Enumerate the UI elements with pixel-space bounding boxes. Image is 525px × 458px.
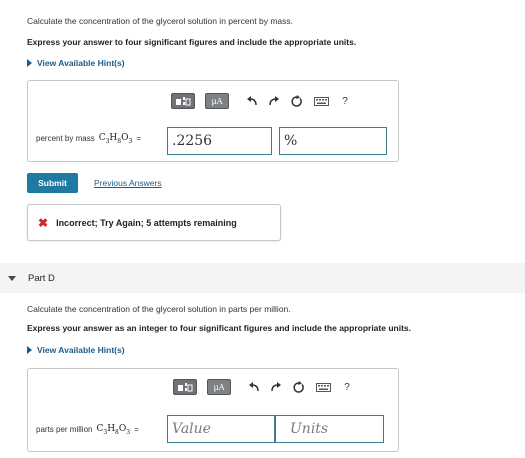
partd-title: Part D	[28, 273, 55, 284]
partd-instruction: Express your answer as an integer to fou…	[27, 323, 411, 333]
keyboard-icon	[313, 96, 329, 106]
partd-hints-link[interactable]: View Available Hint(s)	[27, 345, 125, 355]
equals-sign: =	[136, 134, 141, 144]
templates-button[interactable]	[173, 379, 197, 395]
help-button[interactable]: ?	[341, 380, 353, 394]
undo-icon	[249, 382, 259, 392]
units-label: μA	[211, 96, 223, 106]
caret-right-icon	[27, 59, 32, 67]
redo-icon	[271, 382, 281, 392]
help-button[interactable]: ?	[339, 94, 351, 108]
partd-answer-label: parts per million C3H8O3 =	[36, 424, 139, 436]
redo-button[interactable]	[267, 94, 281, 108]
partd-value-input[interactable]: Value	[167, 415, 275, 443]
reset-icon	[292, 380, 304, 393]
partc-value-text: .2256	[172, 133, 213, 149]
redo-button[interactable]	[269, 380, 283, 394]
keyboard-button[interactable]	[315, 380, 331, 394]
partc-label-prefix: percent by mass	[36, 134, 95, 144]
partc-answer-label: percent by mass C3H8O3 =	[36, 133, 141, 145]
templates-button[interactable]	[171, 93, 195, 109]
partc-hints-link[interactable]: View Available Hint(s)	[27, 58, 125, 68]
partc-toolbar: μA ?	[171, 93, 351, 109]
incorrect-x-icon: ✖	[38, 215, 49, 230]
equals-sign: =	[134, 425, 139, 435]
partd-value-placeholder: Value	[172, 421, 211, 437]
templates-icon	[176, 97, 191, 106]
undo-icon	[247, 96, 257, 106]
glycerol-formula: C3H8O3	[98, 133, 133, 145]
previous-answers-link[interactable]: Previous Answers	[94, 178, 162, 188]
partc-hints-label: View Available Hint(s)	[37, 58, 125, 68]
undo-button[interactable]	[245, 94, 259, 108]
partd-header[interactable]: Part D	[0, 263, 525, 293]
reset-button[interactable]	[291, 380, 305, 394]
units-button[interactable]: μA	[207, 379, 231, 395]
keyboard-button[interactable]	[313, 94, 329, 108]
partc-question: Calculate the concentration of the glyce…	[27, 16, 294, 26]
partd-hints-label: View Available Hint(s)	[37, 345, 125, 355]
undo-button[interactable]	[247, 380, 261, 394]
keyboard-icon	[315, 382, 331, 392]
units-button[interactable]: μA	[205, 93, 229, 109]
feedback-text: Incorrect; Try Again; 5 attempts remaini…	[56, 217, 237, 228]
templates-icon	[178, 383, 193, 392]
submit-button[interactable]: Submit	[27, 173, 78, 193]
reset-icon	[290, 94, 302, 107]
glycerol-formula: C3H8O3	[96, 424, 131, 436]
partd-answer-box: μA ? parts per million C3H8O3 = Value Un…	[27, 368, 399, 452]
caret-right-icon	[27, 346, 32, 354]
partd-units-placeholder: Units	[290, 421, 329, 437]
partd-question: Calculate the concentration of the glyce…	[27, 304, 291, 314]
partd-toolbar: μA ?	[173, 379, 353, 395]
partc-instruction: Express your answer to four significant …	[27, 37, 357, 47]
redo-icon	[269, 96, 279, 106]
partc-units-text: %	[284, 133, 298, 149]
help-icon: ?	[342, 95, 348, 107]
partd-label-prefix: parts per million	[36, 425, 93, 435]
caret-down-icon	[8, 276, 16, 281]
help-icon: ?	[344, 381, 350, 393]
partc-units-input[interactable]: %	[279, 127, 387, 155]
partd-title-row: Part D	[8, 273, 55, 284]
partc-answer-box: μA ? percent by mass C3H8O3 = .2256 %	[27, 80, 399, 162]
units-label: μA	[213, 382, 225, 392]
partd-units-input[interactable]: Units	[275, 415, 384, 443]
reset-button[interactable]	[289, 94, 303, 108]
partc-value-input[interactable]: .2256	[167, 127, 272, 155]
feedback-message: ✖ Incorrect; Try Again; 5 attempts remai…	[27, 204, 281, 241]
